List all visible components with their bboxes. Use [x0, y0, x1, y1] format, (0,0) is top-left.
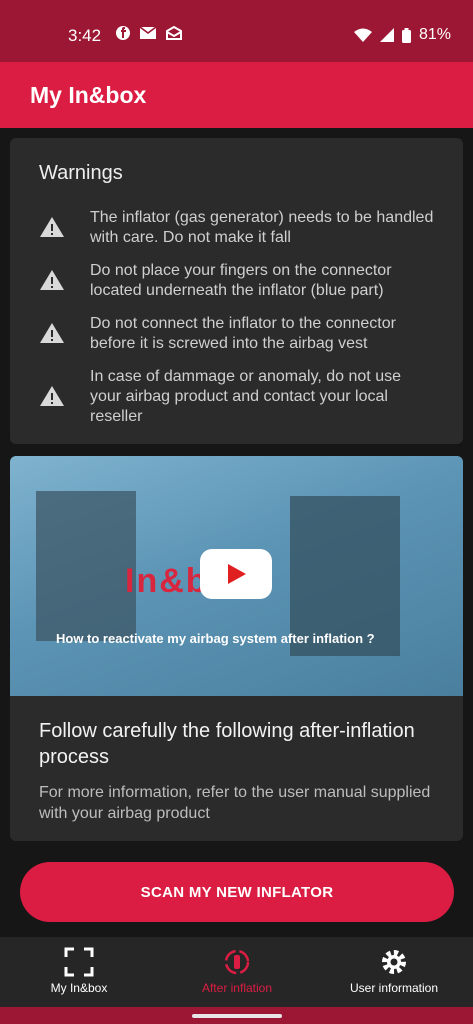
- status-bar: 3:42 81%: [0, 0, 473, 62]
- video-player[interactable]: In&box How to reactivate my airbag syste…: [10, 456, 463, 696]
- facebook-icon: [116, 26, 130, 40]
- warnings-title: Warnings: [39, 162, 123, 184]
- gear-icon: [382, 950, 406, 974]
- process-title: Follow carefully the following after-inf…: [39, 720, 415, 768]
- status-time: 3:42: [68, 26, 102, 45]
- play-button[interactable]: [200, 549, 272, 599]
- video-background-shape: [36, 491, 136, 641]
- inbox-icon: [166, 26, 182, 40]
- mail-icon: [140, 27, 156, 39]
- wifi-icon: [353, 28, 372, 42]
- process-subtitle: For more information, refer to the user …: [39, 784, 431, 822]
- warning-text: The inflator (gas generator) needs to be…: [90, 209, 434, 246]
- warning-icon: [40, 323, 64, 343]
- scan-inflator-button[interactable]: SCAN MY NEW INFLATOR: [20, 862, 454, 922]
- warning-text: Do not connect the inflator to the conne…: [90, 315, 396, 352]
- home-handle[interactable]: [192, 1014, 282, 1018]
- play-icon: [228, 564, 246, 584]
- signal-icon: [379, 28, 394, 42]
- warning-text: In case of dammage or anomaly, do not us…: [90, 368, 401, 425]
- inflation-icon: [224, 949, 250, 975]
- scan-frame-icon: [64, 947, 94, 977]
- nav-label: User information: [349, 981, 439, 995]
- app-title: My In&box: [30, 82, 147, 108]
- warning-icon: [40, 217, 64, 237]
- bottom-navigation: My In&box After inflation User informati…: [0, 937, 473, 1007]
- video-caption: How to reactivate my airbag system after…: [56, 631, 375, 646]
- warnings-card: Warnings The inflator (gas generator) ne…: [10, 138, 463, 444]
- battery-icon: [401, 27, 411, 43]
- warning-text: Do not place your fingers on the connect…: [90, 262, 392, 299]
- battery-percent: 81%: [418, 26, 451, 43]
- warning-icon: [40, 270, 64, 290]
- nav-label: After inflation: [201, 981, 273, 995]
- nav-item-my-inbox[interactable]: My In&box: [0, 937, 158, 1007]
- nav-item-user-information[interactable]: User information: [315, 937, 473, 1007]
- nav-label: My In&box: [50, 981, 108, 995]
- warning-icon: [40, 386, 64, 406]
- video-card: In&box How to reactivate my airbag syste…: [10, 456, 463, 841]
- nav-item-after-inflation[interactable]: After inflation: [158, 937, 316, 1007]
- app-bar: My In&box: [0, 62, 473, 128]
